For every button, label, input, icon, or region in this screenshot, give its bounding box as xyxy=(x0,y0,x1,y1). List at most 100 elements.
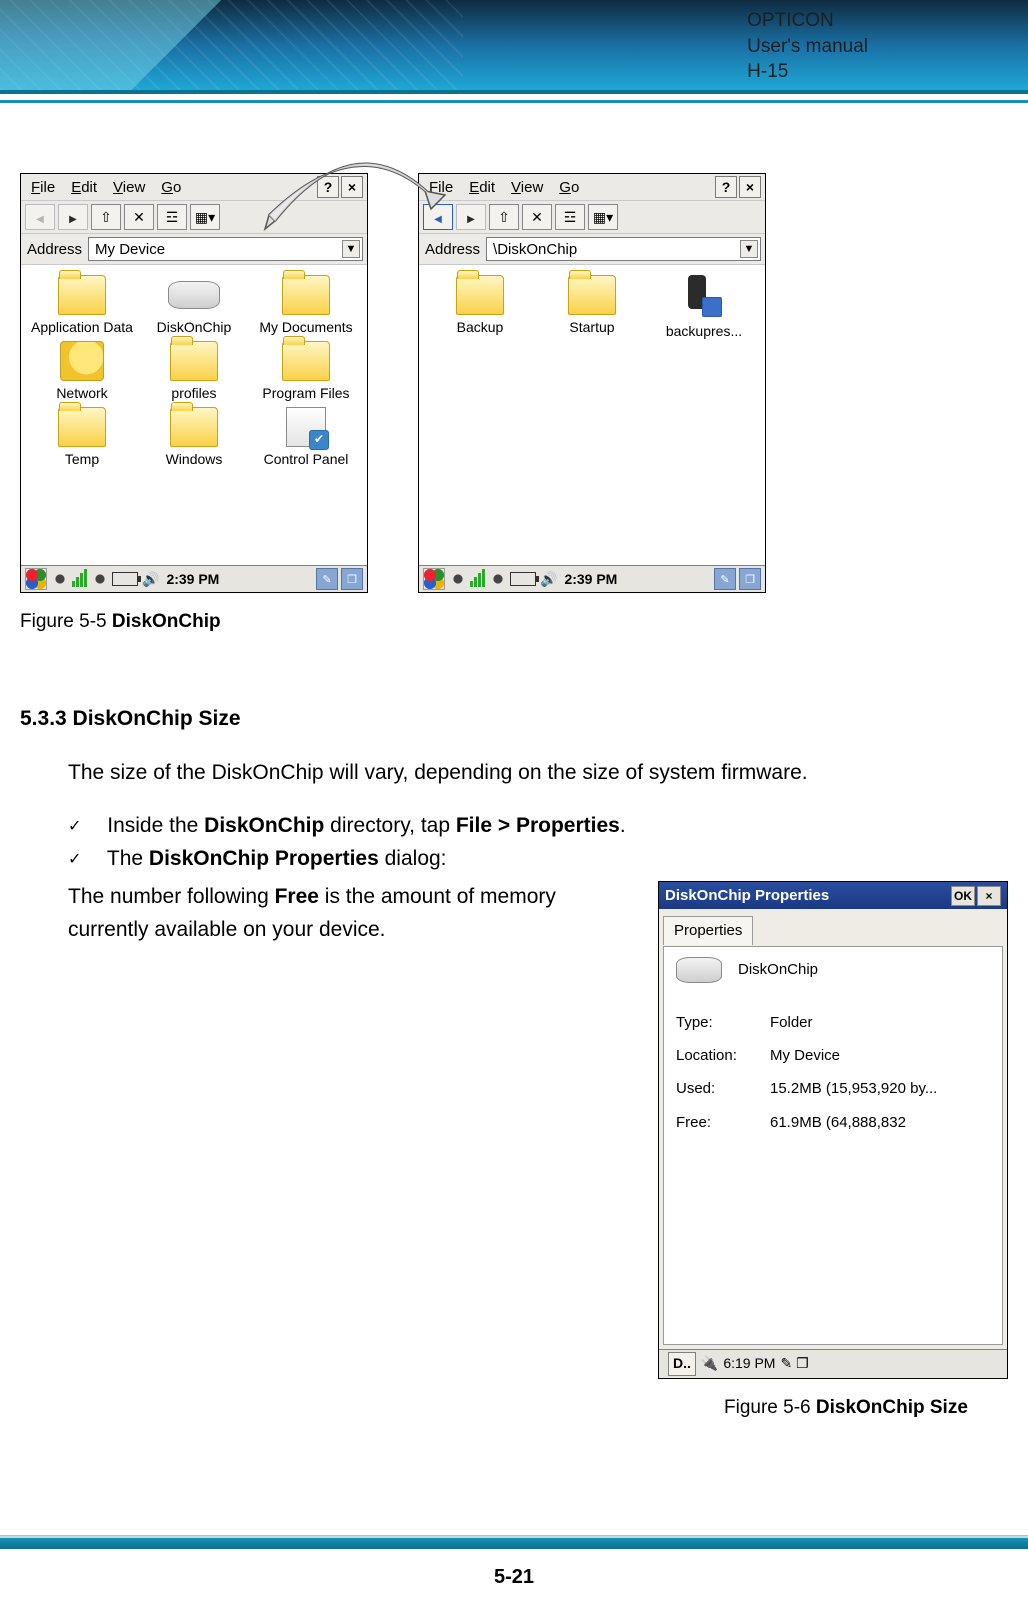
taskbar: 🔊 2:39 PM ✎ ❐ xyxy=(419,565,765,592)
signal-icon xyxy=(470,569,486,590)
item-network[interactable]: Network xyxy=(27,341,137,401)
step-2: The DiskOnChip Properties dialog: xyxy=(68,843,1008,876)
battery-icon xyxy=(510,572,536,586)
tray-icon[interactable]: 🔊 xyxy=(142,571,159,588)
menu-go[interactable]: Go xyxy=(553,177,585,198)
transition-arrow xyxy=(255,151,455,231)
folder-icon xyxy=(58,275,106,315)
view-mode-button[interactable]: ▦▾ xyxy=(190,204,220,230)
tray-icon[interactable] xyxy=(450,571,466,587)
folder-windows[interactable]: Windows xyxy=(139,407,249,467)
tray-icon[interactable] xyxy=(92,571,108,587)
folder-program-files[interactable]: Program Files xyxy=(251,341,361,401)
item-backupres[interactable]: backupres... xyxy=(649,275,759,339)
explorer-my-device: File Edit View Go ? × ⇧ ✕ ☲ ▦▾ xyxy=(20,173,368,593)
folder-icon xyxy=(568,275,616,315)
folder-icon xyxy=(58,407,106,447)
header-line1: OPTICON xyxy=(747,8,868,34)
folder-icon xyxy=(456,275,504,315)
ok-button[interactable]: OK xyxy=(951,886,975,906)
folder-application-data[interactable]: Application Data xyxy=(27,275,137,335)
toolbar: ⇧ ✕ ☲ ▦▾ xyxy=(419,201,765,234)
tray-icon[interactable]: 🔊 xyxy=(540,571,557,588)
clock[interactable]: 6:19 PM xyxy=(723,1353,775,1375)
explorer-diskonchip: File Edit View Go ? × ⇧ ✕ ☲ ▦▾ xyxy=(418,173,766,593)
desktop-button[interactable]: ❐ xyxy=(739,568,761,590)
taskbar-app[interactable]: D.. xyxy=(668,1352,696,1376)
nav-up-button[interactable]: ⇧ xyxy=(91,204,121,230)
nav-forward-button[interactable] xyxy=(456,204,486,230)
desktop-button[interactable]: ❐ xyxy=(341,568,363,590)
menu-edit[interactable]: Edit xyxy=(65,177,103,198)
nav-forward-button[interactable] xyxy=(58,204,88,230)
disk-icon xyxy=(168,281,220,309)
type-label: Type: xyxy=(676,1011,754,1034)
backup-device-icon xyxy=(684,275,724,319)
step-1: Inside the DiskOnChip directory, tap Fil… xyxy=(68,810,1008,843)
network-icon xyxy=(60,341,104,381)
folder-icon xyxy=(282,341,330,381)
sip-button[interactable]: ✎ xyxy=(780,1355,792,1371)
taskbar: 🔊 2:39 PM ✎ ❐ xyxy=(21,565,367,592)
figure-5-6-caption: Figure 5-6 DiskOnChip Size xyxy=(724,1393,1008,1422)
start-button[interactable] xyxy=(25,568,47,590)
header-banner: OPTICON User's manual H-15 xyxy=(0,0,1028,94)
properties-button[interactable]: ☲ xyxy=(157,204,187,230)
menubar: File Edit View Go ? × xyxy=(419,174,765,201)
header-line3: H-15 xyxy=(747,59,868,85)
header-text: OPTICON User's manual H-15 xyxy=(747,8,868,85)
start-button[interactable] xyxy=(423,568,445,590)
item-diskonchip[interactable]: DiskOnChip xyxy=(139,275,249,335)
tray-icon[interactable]: 🔌 xyxy=(701,1355,718,1371)
desktop-button[interactable]: ❐ xyxy=(796,1355,809,1371)
free-memory-note: The number following Free is the amount … xyxy=(68,881,628,946)
header-line2: User's manual xyxy=(747,34,868,60)
address-value: \DiskOnChip xyxy=(493,241,577,258)
tray-icon[interactable] xyxy=(490,571,506,587)
folder-backup[interactable]: Backup xyxy=(425,275,535,339)
section-heading: 5.3.3 DiskOnChip Size xyxy=(20,703,1008,736)
folder-my-documents[interactable]: My Documents xyxy=(251,275,361,335)
nav-up-button[interactable]: ⇧ xyxy=(489,204,519,230)
menu-view[interactable]: View xyxy=(107,177,151,198)
folder-startup[interactable]: Startup xyxy=(537,275,647,339)
menu-view[interactable]: View xyxy=(505,177,549,198)
menu-file[interactable]: File xyxy=(25,177,61,198)
delete-button[interactable]: ✕ xyxy=(522,204,552,230)
delete-button[interactable]: ✕ xyxy=(124,204,154,230)
folder-temp[interactable]: Temp xyxy=(27,407,137,467)
tray-icon[interactable] xyxy=(52,571,68,587)
address-field[interactable]: My Device ▼ xyxy=(88,237,363,261)
view-mode-button[interactable]: ▦▾ xyxy=(588,204,618,230)
taskbar: D.. 🔌 6:19 PM ✎ ❐ xyxy=(659,1349,1007,1378)
type-value: Folder xyxy=(770,1011,813,1034)
sip-button[interactable]: ✎ xyxy=(316,568,338,590)
address-field[interactable]: \DiskOnChip ▼ xyxy=(486,237,761,261)
menu-go[interactable]: Go xyxy=(155,177,187,198)
properties-button[interactable]: ☲ xyxy=(555,204,585,230)
address-dropdown-icon[interactable]: ▼ xyxy=(342,240,360,258)
address-label: Address xyxy=(423,241,482,258)
diskonchip-properties-dialog: DiskOnChip Properties OK × Properties xyxy=(658,881,1008,1378)
close-button[interactable]: × xyxy=(977,886,1001,906)
tab-properties[interactable]: Properties xyxy=(663,916,753,944)
clock[interactable]: 2:39 PM xyxy=(166,571,219,587)
used-label: Used: xyxy=(676,1077,754,1100)
page-number: 5-21 xyxy=(0,1566,1028,1589)
close-button[interactable]: × xyxy=(739,176,761,198)
figure-5-5-caption: Figure 5-5 DiskOnChip xyxy=(20,611,1008,633)
menu-edit[interactable]: Edit xyxy=(463,177,501,198)
free-value: 61.9MB (64,888,832 xyxy=(770,1111,906,1134)
nav-back-button[interactable] xyxy=(25,204,55,230)
sip-button[interactable]: ✎ xyxy=(714,568,736,590)
section-intro: The size of the DiskOnChip will vary, de… xyxy=(68,757,1008,790)
item-control-panel[interactable]: Control Panel xyxy=(251,407,361,467)
folder-profiles[interactable]: profiles xyxy=(139,341,249,401)
help-button[interactable]: ? xyxy=(715,176,737,198)
folder-icon xyxy=(170,341,218,381)
dialog-title: DiskOnChip Properties xyxy=(665,884,829,907)
clock[interactable]: 2:39 PM xyxy=(564,571,617,587)
control-panel-icon xyxy=(286,407,326,447)
location-value: My Device xyxy=(770,1044,840,1067)
address-dropdown-icon[interactable]: ▼ xyxy=(740,240,758,258)
